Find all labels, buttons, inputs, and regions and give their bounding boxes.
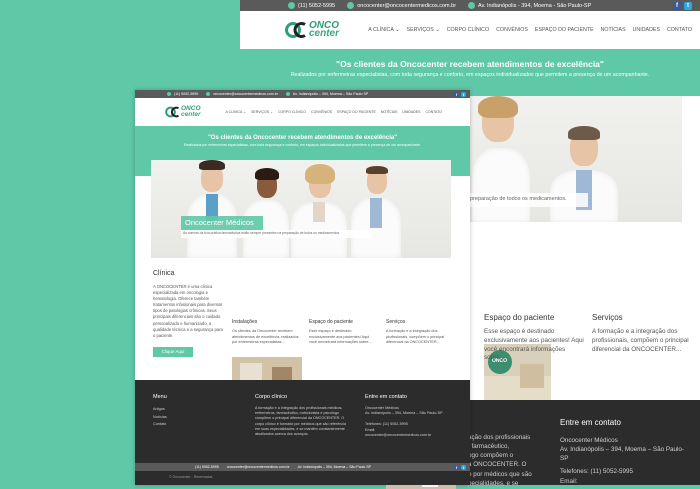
small-hero-subtitle: Realizados por enfermeiras especialistas… [184, 143, 421, 147]
small-email: oncocenter@oncocentermedicos.com.br [213, 92, 278, 96]
footer-menu-item[interactable]: Contato [153, 421, 167, 429]
large-card-text-servicos: A formação e a integração dos profission… [592, 328, 689, 353]
nav-item-contato[interactable]: CONTATO [667, 27, 692, 33]
small-header: ONCO center A CLÍNICA ⌄ SERVIÇOS ⌄ CORPO… [135, 98, 470, 126]
large-hero-title: "Os clientes da Oncocenter recebem atend… [336, 59, 604, 69]
clinica-text: A ONCOCENTER é uma clínica especializada… [153, 284, 223, 338]
large-address: Av. Indianópolis - 394, Moema - São Paul… [468, 2, 591, 9]
large-slider: preparação de todos os medicamentos. [468, 96, 682, 222]
facebook-icon[interactable]: f [454, 91, 459, 97]
nav-item-noticias[interactable]: NOTÍCIAS [601, 27, 626, 33]
footer-corpo-title: Corpo clínico [255, 394, 288, 400]
card-text-servicos: A formação e a integração dos profission… [386, 329, 445, 344]
large-phone: (11) 5052-5995 [288, 2, 335, 9]
small-phone: (11) 5052-5995 [174, 92, 199, 96]
mail-icon [347, 2, 355, 9]
location-icon [468, 2, 476, 9]
nav-item-convenios[interactable]: CONVÊNIOS [496, 27, 528, 33]
large-footer-corpo-line: pecialidades, e se [468, 479, 519, 487]
large-hero-band: "Os clientes da Oncocenter recebem atend… [240, 49, 700, 83]
nav-item-noticias[interactable]: NOTÍCIAS [381, 110, 398, 114]
card-title-servicos: Serviços [386, 319, 406, 325]
slider-title: Oncocenter Médicos [185, 218, 254, 227]
footer-contato-email[interactable]: oncocenter@oncocentermedicos.com.br [365, 433, 460, 438]
clinica-title: Clínica [153, 270, 175, 277]
card-title-instalacoes: Instalações [232, 319, 258, 325]
large-slider-caption: preparação de todos os medicamentos. [470, 196, 567, 202]
small-topbar: (11) 5052-5995 oncocenter@oncocentermedi… [135, 90, 470, 98]
nav-item-espaco-paciente[interactable]: ESPAÇO DO PACIENTE [535, 27, 594, 33]
large-footer-corpo-line: ação dos profissionais [468, 434, 531, 441]
logo-line2: center [309, 28, 340, 39]
location-icon [285, 92, 290, 96]
nav-item-clinica[interactable]: A CLÍNICA ⌄ [225, 110, 246, 114]
large-footer-corpo-line: ogo compõem o [468, 452, 514, 460]
large-nav: A CLÍNICA ⌄ SERVIÇOS ⌄ CORPO CLÍNICO CON… [368, 27, 692, 33]
large-logo[interactable]: ONCO center [285, 20, 340, 39]
nav-item-unidades[interactable]: UNIDADES [633, 27, 660, 33]
footer-phone: (11) 5052-5995 [195, 465, 219, 469]
logo-mark-icon [285, 22, 306, 38]
footer-address: Av. Indianópolis – 394, Moema – São Paul… [297, 465, 371, 469]
card-text-instalacoes: Os clientes da Oncocenter recebem atendi… [232, 329, 299, 344]
small-footer: Menu Artigos Notícias Contato Corpo clín… [135, 380, 470, 485]
small-slider: Oncocenter Médicos As normas da boa prát… [151, 160, 451, 258]
large-card-title-espaco: Espaço do paciente [484, 313, 555, 322]
large-footer-contato-name: Oncocenter Médicos [560, 437, 618, 444]
large-footer-corpo-line: , farmacêutico, [468, 443, 510, 451]
logo-line2: center [181, 111, 201, 118]
twitter-icon[interactable]: t [461, 464, 466, 470]
phone-icon [167, 92, 171, 96]
large-footer-corpo-line: a ONCOCENTER. O [468, 461, 527, 469]
nav-item-clinica[interactable]: A CLÍNICA ⌄ [368, 27, 399, 33]
large-header: ONCO center A CLÍNICA ⌄ SERVIÇOS ⌄ CORPO… [240, 11, 700, 49]
large-footer-contato-phone: Telefones: (11) 5052-5995 [560, 468, 634, 476]
large-footer-corpo-line: o por médicos que são [468, 470, 532, 478]
footer-menu-item[interactable]: Artigos [153, 406, 167, 414]
small-nav: A CLÍNICA ⌄ SERVIÇOS ⌄ CORPO CLÍNICO CON… [225, 110, 442, 114]
small-hero-band: "Os clientes da Oncocenter recebem atend… [135, 126, 470, 154]
card-text-espaco-paciente: Esse espaço é destinado exclusivamente a… [309, 329, 372, 344]
slider-caption: As normas da boa prática farmacêutica es… [183, 231, 341, 235]
mail-icon [206, 92, 211, 96]
large-footer-contato-email-label: Email: [560, 477, 578, 485]
twitter-icon[interactable]: t [684, 1, 692, 10]
small-address: Av. Indianópolis – 394, Moema – São Paul… [292, 92, 369, 96]
footer-contato-address: Av. Indianópolis – 394, Moema – São Paul… [365, 411, 443, 416]
facebook-icon[interactable]: f [454, 464, 459, 470]
phone-icon [288, 2, 295, 9]
footer-email[interactable]: oncocenter@oncocentermedicos.com.br [227, 465, 290, 469]
nav-item-espaco-paciente[interactable]: ESPAÇO DO PACIENTE [337, 110, 376, 114]
large-footer-contato-title: Entre em contato [560, 418, 621, 427]
footer-contato-title: Entre em contato [365, 394, 407, 400]
footer-copyright: © Oncocenter - Reservados [169, 475, 213, 479]
large-footer-contato-address: Av. Indianópolis – 394, Moema – São Paul… [560, 446, 685, 463]
logo-mark-icon [165, 106, 180, 118]
nav-item-convenios[interactable]: CONVÊNIOS [311, 110, 332, 114]
footer-menu-title: Menu [153, 394, 167, 400]
nav-item-servicos[interactable]: SERVIÇOS ⌄ [251, 110, 273, 114]
twitter-icon[interactable]: t [461, 91, 466, 97]
large-email[interactable]: oncocenter@oncocentermedicos.com.br [347, 2, 456, 9]
facebook-icon[interactable]: f [673, 1, 681, 10]
nav-item-contato[interactable]: CONTATO [425, 110, 442, 114]
footer-menu-item[interactable]: Notícias [153, 414, 167, 422]
large-card-title-servicos: Serviços [592, 313, 623, 322]
small-logo[interactable]: ONCO center [165, 106, 201, 118]
small-page: (11) 5052-5995 oncocenter@oncocentermedi… [135, 90, 470, 489]
large-hero-subtitle: Realizados por enfermeiras especialistas… [290, 72, 650, 78]
clique-aqui-button[interactable]: Clique Aqui [153, 347, 193, 357]
nav-item-corpo-clinico[interactable]: CORPO CLÍNICO [447, 27, 489, 33]
nav-item-unidades[interactable]: UNIDADES [402, 110, 420, 114]
large-topbar: (11) 5052-5995 oncocenter@oncocentermedi… [240, 0, 700, 11]
footer-corpo-text: A formação e a integração dos profission… [255, 406, 347, 436]
small-hero-title: "Os clientes da Oncocenter recebem atend… [207, 135, 398, 141]
card-title-espaco-paciente: Espaço do paciente [309, 319, 353, 325]
footer-topbar: (11) 5052-5995 oncocenter@oncocentermedi… [135, 463, 470, 471]
nav-item-servicos[interactable]: SERVIÇOS ⌄ [407, 27, 440, 33]
large-card-text-espaco: Esse espaço é destinado exclusivamente a… [484, 328, 584, 362]
nav-item-corpo-clinico[interactable]: CORPO CLÍNICO [278, 110, 306, 114]
